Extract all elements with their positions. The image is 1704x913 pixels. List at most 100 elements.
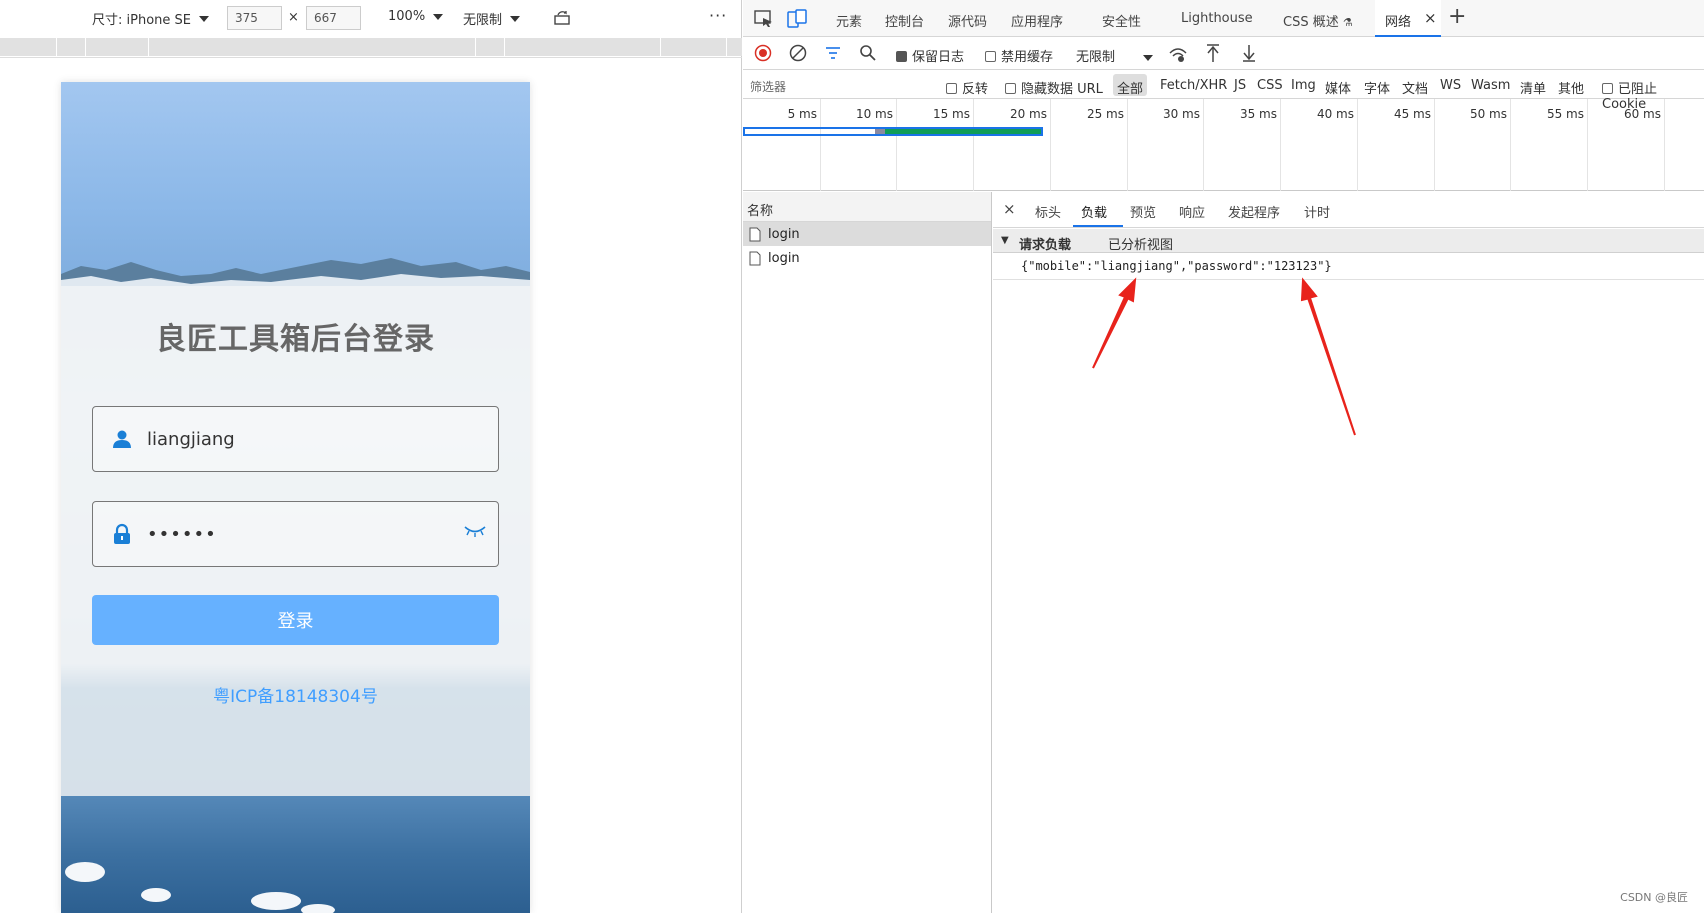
close-detail-icon[interactable]: ×: [1003, 200, 1016, 218]
invert-checkbox[interactable]: 反转: [946, 78, 988, 97]
lock-icon: [114, 523, 130, 544]
payload-section-title: 请求负载: [1019, 238, 1072, 253]
icp-link[interactable]: 粤ICP备18148304号: [61, 682, 530, 707]
throttle-label: 无限制: [463, 13, 503, 28]
tab-lighthouse[interactable]: Lighthouse: [1181, 11, 1253, 26]
detail-tabs: × 标头 负载 预览 响应 发起程序 计时: [993, 192, 1704, 228]
tick-label: 20 ms: [1009, 107, 1047, 121]
height-input[interactable]: 667: [306, 6, 361, 30]
filter-type-font[interactable]: 字体: [1364, 78, 1390, 97]
tab-application[interactable]: 应用程序: [1011, 11, 1063, 30]
zoom-select[interactable]: 100%: [388, 9, 444, 24]
triangle-down-icon: ▼: [1001, 235, 1009, 246]
filter-type-fetch[interactable]: Fetch/XHR: [1160, 78, 1227, 93]
add-tab-icon[interactable]: +: [1448, 4, 1466, 29]
tab-payload[interactable]: 负载: [1081, 202, 1107, 221]
preserve-log-checkbox[interactable]: 保留日志: [896, 46, 964, 65]
tab-response[interactable]: 响应: [1179, 202, 1205, 221]
filter-type-ws[interactable]: WS: [1440, 78, 1461, 93]
password-field[interactable]: ••••••: [92, 501, 499, 567]
filter-icon[interactable]: [824, 45, 842, 61]
filter-type-css[interactable]: CSS: [1257, 78, 1283, 93]
waterfall-download: [885, 129, 1041, 134]
tab-elements[interactable]: 元素: [836, 11, 862, 30]
zoom-label: 100%: [388, 9, 426, 24]
tab-preview[interactable]: 预览: [1130, 202, 1156, 221]
tab-css-overview[interactable]: CSS 概述 ⚗: [1283, 11, 1353, 30]
device-label: 尺寸: iPhone SE: [92, 13, 191, 28]
tick-label: 35 ms: [1239, 107, 1277, 121]
tab-sources[interactable]: 源代码: [948, 11, 987, 30]
device-toolbar: 尺寸: iPhone SE 375 × 667 100% 无限制 ···: [0, 0, 742, 36]
name-column-header[interactable]: 名称: [743, 192, 991, 222]
request-detail-pane: × 标头 负载 预览 响应 发起程序 计时 ▼ 请求负载 已分析视图 {"mob…: [993, 192, 1704, 913]
document-icon: [749, 227, 761, 241]
tick-label: 40 ms: [1316, 107, 1354, 121]
payload-source: {"mobile":"liangjiang","password":"12312…: [993, 254, 1704, 280]
rotate-icon[interactable]: [553, 10, 573, 26]
dimension-times: ×: [288, 10, 299, 25]
filter-type-img[interactable]: Img: [1291, 78, 1316, 93]
tab-initiator[interactable]: 发起程序: [1228, 202, 1280, 221]
chevron-down-icon: [433, 13, 444, 20]
preserve-log-label: 保留日志: [912, 50, 965, 65]
request-name: login: [768, 226, 800, 242]
throttle-select[interactable]: 无限制: [463, 9, 521, 28]
request-payload-section[interactable]: ▼ 请求负载 已分析视图: [993, 229, 1704, 253]
upload-icon[interactable]: [1205, 43, 1221, 63]
login-button[interactable]: 登录: [92, 595, 499, 645]
network-toolbar: 保留日志 禁用缓存 无限制: [743, 37, 1704, 70]
inspect-element-icon[interactable]: [754, 10, 774, 28]
filter-type-all[interactable]: 全部: [1117, 78, 1143, 97]
disable-cache-checkbox[interactable]: 禁用缓存: [985, 46, 1053, 65]
user-icon: [113, 430, 131, 448]
filter-type-media[interactable]: 媒体: [1325, 78, 1351, 97]
device-emulation-pane: 尺寸: iPhone SE 375 × 667 100% 无限制 ··· 良匠工…: [0, 0, 742, 913]
eye-closed-icon[interactable]: [464, 524, 486, 538]
download-icon[interactable]: [1241, 43, 1257, 63]
record-icon[interactable]: [754, 44, 772, 62]
filter-type-manifest[interactable]: 清单: [1520, 78, 1546, 97]
media-query-ruler: [0, 38, 742, 56]
more-options-icon[interactable]: ···: [709, 6, 727, 25]
tick-label: 55 ms: [1546, 107, 1584, 121]
tab-network[interactable]: 网络 ×: [1375, 0, 1441, 37]
network-conditions-icon[interactable]: [1168, 45, 1188, 63]
network-overview-timeline[interactable]: 5 ms 10 ms 15 ms 20 ms 25 ms 30 ms 35 ms…: [743, 99, 1704, 191]
device-toolbar-icon[interactable]: [787, 9, 807, 29]
tab-network-label: 网络: [1385, 15, 1412, 30]
network-throttle-select[interactable]: 无限制: [1076, 46, 1154, 65]
watermark: CSDN @良匠: [1620, 891, 1688, 904]
tab-console[interactable]: 控制台: [885, 11, 924, 30]
search-icon[interactable]: [859, 44, 877, 62]
parsed-view-toggle[interactable]: 已分析视图: [1108, 234, 1173, 253]
device-select[interactable]: 尺寸: iPhone SE: [92, 9, 209, 28]
request-row[interactable]: login: [743, 222, 991, 246]
hide-data-url-checkbox[interactable]: 隐藏数据 URL: [1005, 78, 1103, 97]
filter-type-js[interactable]: JS: [1234, 78, 1246, 93]
tab-headers[interactable]: 标头: [1035, 202, 1061, 221]
filter-type-doc[interactable]: 文档: [1402, 78, 1428, 97]
invert-label: 反转: [962, 82, 989, 97]
request-name: login: [768, 250, 800, 266]
request-row[interactable]: login: [743, 246, 991, 270]
username-field[interactable]: liangjiang: [92, 406, 499, 472]
tab-timing[interactable]: 计时: [1304, 202, 1330, 221]
device-viewport: 良匠工具箱后台登录 liangjiang •••••• 登录 粤ICP备1814…: [61, 82, 530, 913]
filter-input[interactable]: 筛选器: [747, 74, 933, 96]
chevron-down-icon: [199, 15, 209, 22]
close-tab-icon[interactable]: ×: [1424, 9, 1437, 27]
disable-cache-label: 禁用缓存: [1001, 50, 1054, 65]
filter-type-other[interactable]: 其他: [1558, 78, 1584, 97]
tick-label: 45 ms: [1393, 107, 1431, 121]
tick-label: 60 ms: [1623, 107, 1661, 121]
clear-icon[interactable]: [789, 44, 807, 62]
tab-security[interactable]: 安全性: [1102, 11, 1141, 30]
document-icon: [749, 251, 761, 265]
tick-label: 10 ms: [855, 107, 893, 121]
filter-type-wasm[interactable]: Wasm: [1471, 78, 1510, 93]
requests-list: 名称 login login: [743, 192, 992, 913]
width-input[interactable]: 375: [227, 6, 282, 30]
devtools-pane: 元素 控制台 源代码 应用程序 安全性 Lighthouse CSS 概述 ⚗ …: [743, 0, 1704, 913]
network-throttle-label: 无限制: [1076, 50, 1116, 65]
